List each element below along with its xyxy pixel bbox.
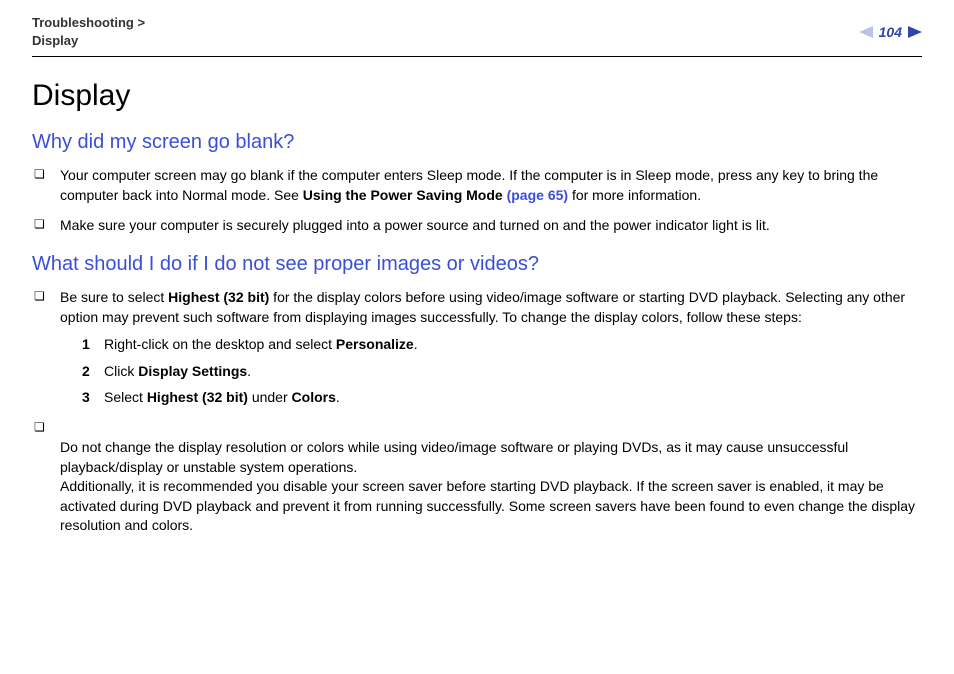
page-navigator: 104	[859, 24, 922, 40]
list-item: Do not change the display resolution or …	[54, 419, 922, 537]
page-container: Troubleshooting > Display 104 Display Wh…	[0, 0, 954, 536]
section2-list: Be sure to select Highest (32 bit) for t…	[32, 288, 922, 536]
body-text-bold: Colors	[292, 389, 336, 405]
section1-list: Your computer screen may go blank if the…	[32, 166, 922, 235]
body-text-bold: Display Settings	[138, 363, 247, 379]
breadcrumb-current: Display	[32, 33, 78, 48]
body-text: Right-click on the desktop and select	[104, 336, 336, 352]
step-item: Select Highest (32 bit) under Colors.	[82, 386, 922, 408]
page-link[interactable]: (page 65)	[507, 187, 568, 203]
page-number: 104	[879, 24, 902, 40]
body-text: Make sure your computer is securely plug…	[60, 217, 770, 233]
page-header: Troubleshooting > Display 104	[32, 14, 922, 57]
breadcrumb: Troubleshooting > Display	[32, 14, 145, 50]
next-page-icon[interactable]	[908, 26, 922, 38]
body-text: .	[414, 336, 418, 352]
section-heading-blank-screen: Why did my screen go blank?	[32, 131, 922, 154]
body-text: Select	[104, 389, 147, 405]
section-heading-images-videos: What should I do if I do not see proper …	[32, 253, 922, 276]
prev-page-icon[interactable]	[859, 26, 873, 38]
step-item: Click Display Settings.	[82, 360, 922, 382]
list-item: Your computer screen may go blank if the…	[54, 166, 922, 205]
breadcrumb-parent[interactable]: Troubleshooting	[32, 15, 134, 30]
body-text: .	[247, 363, 251, 379]
body-text: Click	[104, 363, 138, 379]
body-text-bold: Highest (32 bit)	[147, 389, 248, 405]
body-text: under	[248, 389, 292, 405]
body-text-bold: Using the Power Saving Mode	[303, 187, 507, 203]
body-text-bold: Personalize	[336, 336, 414, 352]
list-item: Be sure to select Highest (32 bit) for t…	[54, 288, 922, 408]
page-title: Display	[32, 79, 922, 113]
body-text: .	[336, 389, 340, 405]
step-item: Right-click on the desktop and select Pe…	[82, 333, 922, 355]
body-text: for more information.	[568, 187, 701, 203]
steps-list: Right-click on the desktop and select Pe…	[82, 333, 922, 408]
body-text: Be sure to select	[60, 289, 168, 305]
page-content: Display Why did my screen go blank? Your…	[32, 57, 922, 536]
body-text: Do not change the display resolution or …	[60, 439, 915, 533]
list-item: Make sure your computer is securely plug…	[54, 216, 922, 236]
body-text-bold: Highest (32 bit)	[168, 289, 269, 305]
breadcrumb-separator: >	[137, 15, 145, 30]
